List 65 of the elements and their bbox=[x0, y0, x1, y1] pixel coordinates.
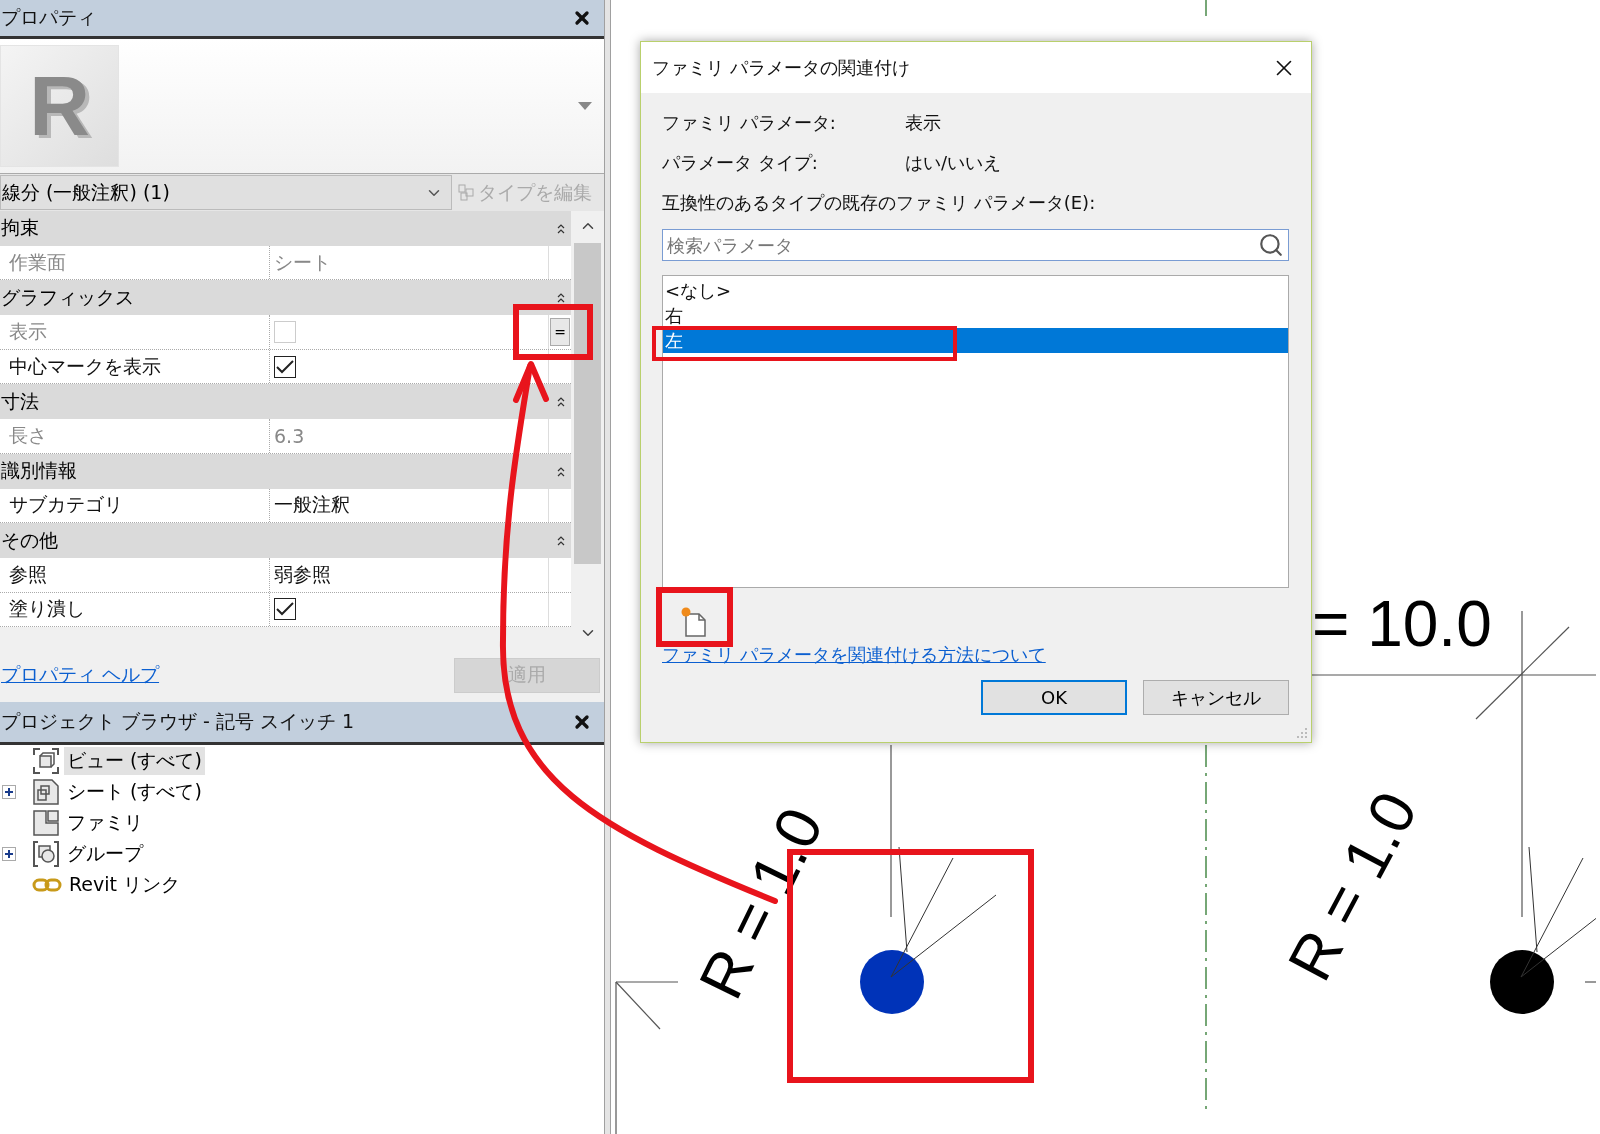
family-icon bbox=[32, 808, 60, 837]
dialog-title: ファミリ パラメータの関連付け bbox=[652, 55, 910, 80]
group-header[interactable]: 寸法 bbox=[0, 384, 571, 420]
dimension-label: = 10.0 bbox=[1312, 588, 1492, 660]
tree-item[interactable]: ビュー (すべて) bbox=[64, 746, 205, 775]
expand-icon[interactable] bbox=[4, 786, 14, 797]
close-icon[interactable] bbox=[572, 8, 592, 28]
checkbox[interactable] bbox=[274, 355, 296, 378]
group-header[interactable]: 識別情報 bbox=[0, 453, 571, 489]
group-name: 寸法 bbox=[1, 388, 39, 414]
type-selector[interactable]: 線分 (一般注釈) (1) bbox=[0, 175, 452, 210]
centerline bbox=[1205, 0, 1207, 17]
type-preview-logo: R bbox=[0, 45, 119, 167]
tree-item[interactable]: ファミリ bbox=[64, 808, 146, 837]
property-name: 中心マークを表示 bbox=[0, 349, 270, 384]
dropdown-arrow-icon[interactable] bbox=[578, 102, 592, 110]
list-item[interactable]: 右 bbox=[663, 303, 1288, 328]
group-name: 拘束 bbox=[1, 215, 39, 241]
property-name: サブカテゴリ bbox=[0, 488, 270, 523]
property-value[interactable]: 弱参照 bbox=[270, 557, 549, 592]
group-header[interactable]: グラフィックス bbox=[0, 280, 571, 316]
collapse-icon[interactable] bbox=[557, 293, 565, 304]
expand-icon[interactable] bbox=[4, 848, 14, 859]
property-value[interactable]: 一般注釈 bbox=[270, 488, 549, 523]
dialog-button[interactable]: キャンセル bbox=[1143, 680, 1289, 715]
search-field[interactable]: 検索パラメータ bbox=[662, 229, 1289, 261]
search-icon[interactable] bbox=[1258, 232, 1284, 258]
group-name: 識別情報 bbox=[1, 458, 77, 484]
group-icon bbox=[32, 839, 60, 868]
panel-title: プロジェクト ブラウザ - 記号 スイッチ 1 bbox=[1, 709, 355, 734]
help-link[interactable]: プロパティ ヘルプ bbox=[1, 662, 160, 688]
property-name: 作業面 bbox=[0, 245, 270, 280]
group-header[interactable]: 拘束 bbox=[0, 211, 571, 246]
panel-title: プロパティ bbox=[1, 5, 96, 30]
help-link[interactable]: ファミリ パラメータを関連付ける方法について bbox=[662, 643, 1046, 667]
dialog-button[interactable]: OK bbox=[981, 680, 1127, 715]
list-item[interactable]: 左 bbox=[663, 328, 1288, 353]
extension-line bbox=[1584, 981, 1596, 983]
field-value: 表示 bbox=[905, 111, 942, 135]
radius-label: R = 1.0 bbox=[1274, 780, 1431, 992]
group-header[interactable]: その他 bbox=[0, 523, 571, 558]
sheet-icon bbox=[32, 777, 60, 806]
property-name: 表示 bbox=[0, 315, 270, 349]
tree-item[interactable]: シート (すべて) bbox=[64, 777, 205, 806]
group-name: グラフィックス bbox=[1, 284, 134, 310]
tree-item[interactable]: Revit リンク bbox=[66, 870, 184, 899]
list-label: 互換性のあるタイプの既存のファミリ パラメータ(E): bbox=[662, 191, 1096, 215]
collapse-icon[interactable] bbox=[557, 223, 565, 234]
view-icon bbox=[32, 746, 60, 775]
property-name: 参照 bbox=[0, 557, 270, 592]
collapse-icon[interactable] bbox=[557, 536, 565, 547]
field-value: はい/いいえ bbox=[905, 151, 1003, 175]
property-name: 塗り潰し bbox=[0, 592, 270, 627]
field-label: パラメータ タイプ: bbox=[662, 151, 819, 175]
group-name: その他 bbox=[1, 527, 58, 553]
collapse-icon[interactable] bbox=[557, 466, 565, 477]
edit-type-icon bbox=[458, 183, 474, 202]
property-name: 長さ bbox=[0, 419, 270, 453]
tree-item[interactable]: グループ bbox=[64, 839, 146, 868]
field-label: ファミリ パラメータ: bbox=[662, 111, 837, 135]
resize-grip-icon[interactable] bbox=[1296, 727, 1308, 739]
list-item[interactable]: <なし> bbox=[663, 278, 1288, 303]
collapse-icon[interactable] bbox=[557, 397, 565, 408]
close-icon[interactable] bbox=[572, 712, 592, 732]
checkbox[interactable] bbox=[274, 598, 296, 621]
